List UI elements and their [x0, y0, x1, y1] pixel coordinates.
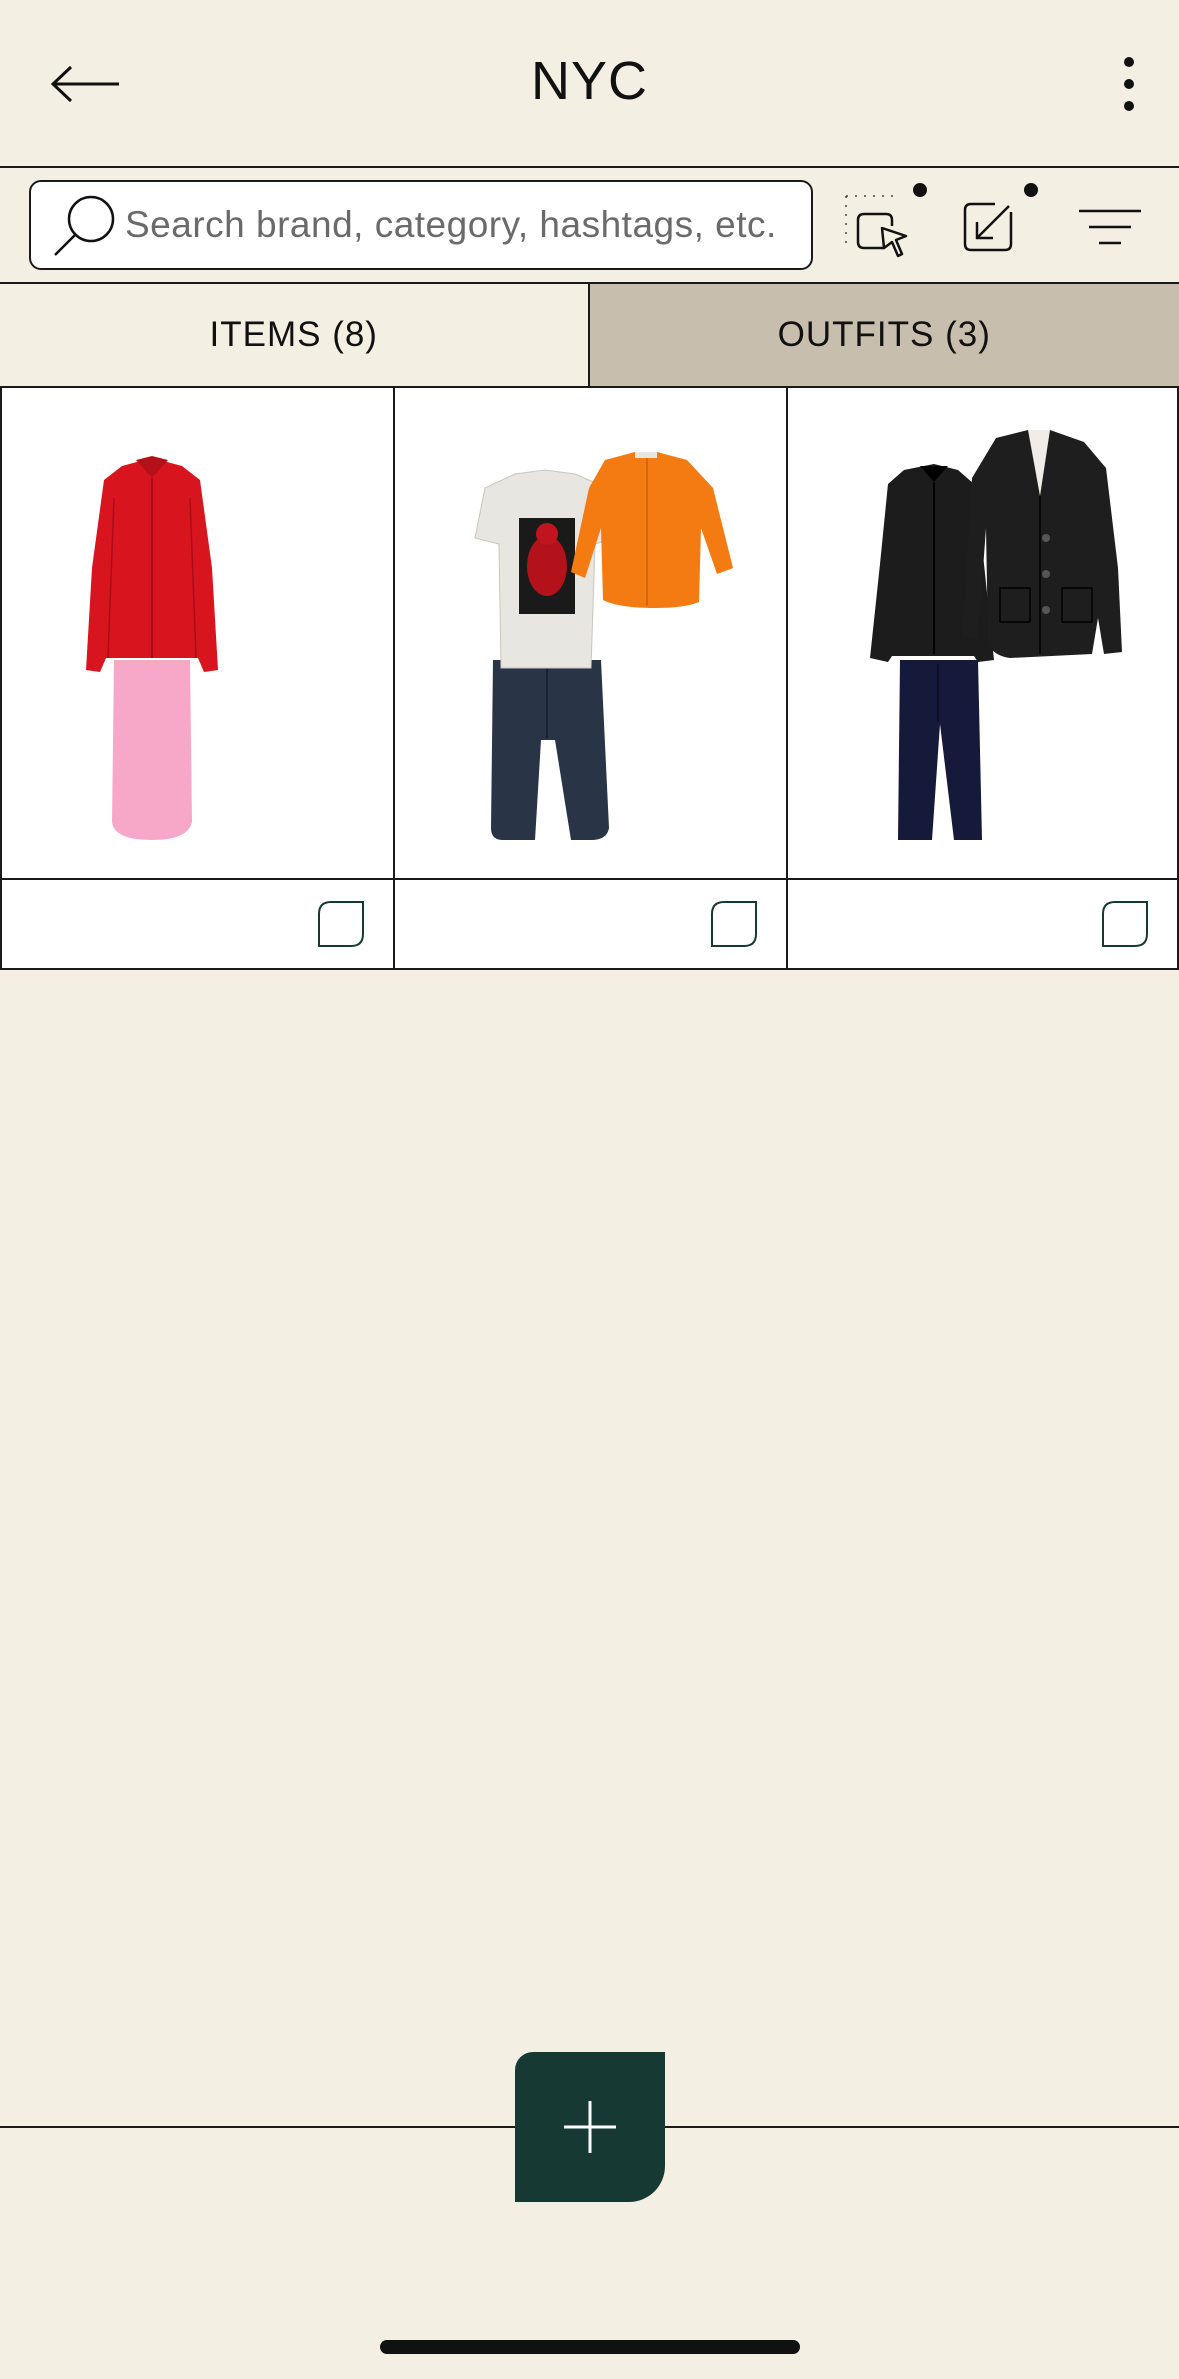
- home-indicator: [380, 2340, 800, 2354]
- tab-outfits[interactable]: OUTFITS (3): [589, 284, 1179, 386]
- outfit-card[interactable]: [0, 388, 393, 970]
- page-title: NYC: [530, 51, 648, 111]
- search-box[interactable]: [29, 180, 813, 270]
- filter-button[interactable]: [1065, 182, 1155, 272]
- outfit-image[interactable]: [395, 388, 786, 880]
- outfit-image[interactable]: [788, 388, 1177, 880]
- outfit-grid: [0, 388, 1179, 970]
- tab-items[interactable]: ITEMS (8): [0, 284, 590, 386]
- select-button[interactable]: [840, 182, 930, 272]
- outfit-card-footer: [2, 880, 393, 968]
- app-screen: NYC Search brand, category, hashtags, et…: [0, 0, 1179, 2379]
- vertical-dots-icon: [1124, 57, 1134, 111]
- magnifier-icon: [45, 182, 125, 268]
- note-icon[interactable]: [1101, 900, 1149, 948]
- outfit-card[interactable]: [786, 388, 1179, 970]
- note-icon[interactable]: [710, 900, 758, 948]
- note-icon[interactable]: [317, 900, 365, 948]
- share-button[interactable]: [955, 182, 1045, 272]
- outfit-card[interactable]: [393, 388, 786, 970]
- outfit-card-footer: [395, 880, 786, 968]
- tab-bar: ITEMS (8) OUTFITS (3): [0, 284, 1179, 388]
- outfit-card-footer: [788, 880, 1177, 968]
- add-outfit-button[interactable]: [515, 2052, 665, 2202]
- more-options-button[interactable]: [1099, 48, 1159, 120]
- plus-icon: [564, 2101, 616, 2153]
- toolbar: [0, 168, 1179, 284]
- share-arrow-icon: [963, 183, 1038, 252]
- search-input[interactable]: [125, 204, 811, 246]
- select-cursor-icon: [845, 183, 927, 258]
- filter-lines-icon: [1079, 209, 1141, 245]
- header: NYC: [0, 0, 1179, 168]
- outfit-image[interactable]: [2, 388, 393, 880]
